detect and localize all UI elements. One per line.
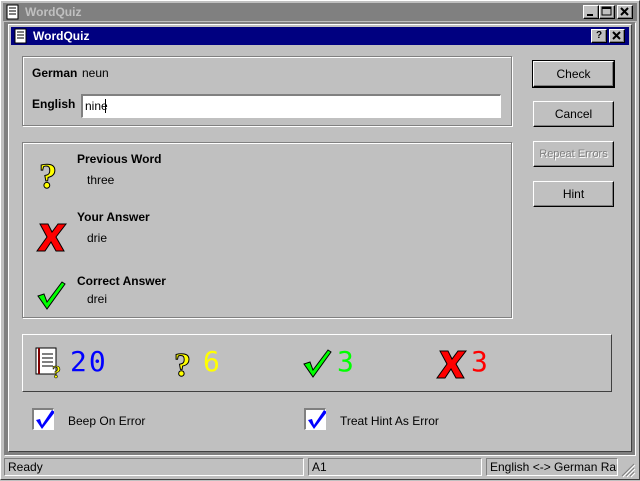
english-label: English: [32, 97, 76, 111]
english-input[interactable]: nine: [81, 94, 501, 118]
close-icon: [612, 31, 621, 40]
help-button[interactable]: ?: [591, 29, 607, 43]
svg-text:?: ?: [39, 156, 57, 192]
close-icon: [620, 7, 629, 16]
maximize-button[interactable]: [599, 5, 615, 19]
question-icon: ?: [36, 156, 66, 197]
close-button[interactable]: [617, 5, 633, 19]
checkmark-icon: [308, 410, 326, 429]
beep-on-error-checkbox[interactable]: [32, 408, 54, 430]
check-mark-icon: [36, 280, 66, 313]
total-count: 20: [70, 345, 108, 378]
status-mode: English <-> German Rando: [486, 458, 618, 476]
errors-count: 3: [471, 345, 490, 378]
german-label: German: [32, 66, 78, 80]
dialog-app-icon: [13, 28, 29, 44]
outer-titlebar[interactable]: WordQuiz: [3, 3, 637, 21]
beep-on-error-label[interactable]: Beep On Error: [68, 414, 145, 428]
notebook-question-icon: ?: [34, 346, 68, 383]
minimize-button[interactable]: [583, 5, 599, 19]
outer-title: WordQuiz: [25, 5, 82, 19]
wrong-x-icon: [36, 220, 68, 257]
repeat-errors-button[interactable]: Repeat Errors: [533, 141, 614, 167]
correct-count: 3: [337, 345, 356, 378]
your-answer-label: Your Answer: [77, 210, 150, 224]
status-ready: Ready: [4, 458, 304, 476]
treat-hint-as-error-checkbox[interactable]: [304, 408, 326, 430]
cancel-button[interactable]: Cancel: [533, 101, 614, 127]
checkmark-icon: [36, 410, 54, 429]
minimize-icon: [587, 14, 593, 16]
previous-word-value: three: [87, 173, 115, 187]
dialog-titlebar[interactable]: WordQuiz ?: [11, 27, 629, 45]
dialog-title: WordQuiz: [33, 29, 90, 43]
your-answer-value: drie: [87, 231, 108, 245]
correct-check-icon: [302, 348, 332, 381]
svg-text:?: ?: [174, 347, 191, 380]
maximize-icon: [601, 6, 612, 16]
size-grip-icon[interactable]: [620, 462, 636, 481]
correct-answer-value: drei: [87, 292, 108, 306]
hints-count: 6: [203, 345, 222, 378]
svg-text:?: ?: [52, 362, 61, 380]
treat-hint-as-error-label[interactable]: Treat Hint As Error: [340, 414, 439, 428]
german-word: neun: [82, 66, 109, 80]
check-button[interactable]: Check: [532, 60, 615, 88]
app-icon: [5, 4, 21, 20]
text-caret: [105, 99, 106, 113]
hints-question-icon: ?: [172, 346, 198, 385]
status-cell-ref: A1: [308, 458, 482, 476]
previous-word-label: Previous Word: [77, 152, 162, 166]
errors-x-icon: [436, 347, 468, 384]
dialog-close-button[interactable]: [609, 29, 625, 43]
correct-answer-label: Correct Answer: [77, 274, 166, 288]
hint-button[interactable]: Hint: [533, 181, 614, 207]
